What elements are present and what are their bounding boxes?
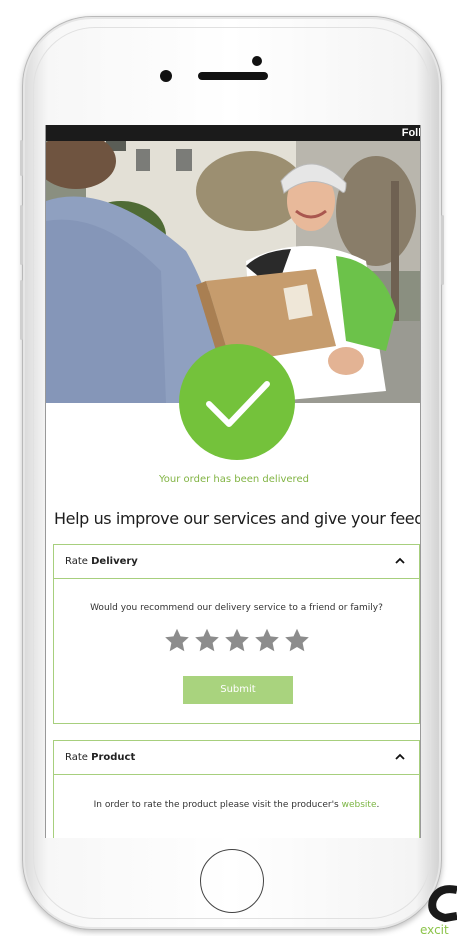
star-icon[interactable]: [253, 627, 281, 654]
app-screenshot: Follo: [0, 0, 457, 936]
star-icon[interactable]: [163, 627, 191, 654]
feedback-heading: Help us improve our services and give yo…: [54, 509, 421, 528]
rate-product-note-text: In order to rate the product please visi…: [93, 800, 339, 810]
brand-tagline: excit: [420, 923, 449, 936]
power-button: [441, 215, 444, 285]
chevron-up-icon[interactable]: [395, 741, 405, 775]
submit-button[interactable]: Submit: [183, 676, 293, 704]
rate-product-prefix: Rate: [65, 752, 88, 763]
rate-product-header[interactable]: Rate Product: [54, 741, 419, 775]
rate-delivery-header[interactable]: Rate Delivery: [54, 545, 419, 579]
volume-up-button: [20, 205, 23, 265]
rate-delivery-prefix: Rate: [65, 556, 88, 567]
earpiece-speaker: [198, 72, 268, 80]
volume-down-button: [20, 280, 23, 340]
mute-switch: [20, 140, 23, 176]
rate-product-card: Rate Product In order to rate the produc…: [53, 740, 420, 838]
rate-product-note: In order to rate the product please visi…: [54, 800, 419, 810]
top-status-bar: Follo: [46, 125, 420, 141]
star-icon[interactable]: [193, 627, 221, 654]
front-sensor-dot: [252, 56, 262, 66]
brand-logo-icon: [428, 885, 457, 923]
rate-delivery-title: Delivery: [91, 556, 138, 567]
phone-screen: Follo: [45, 125, 421, 838]
rate-delivery-card: Rate Delivery Would you recommend our de…: [53, 544, 420, 724]
front-camera-icon: [160, 70, 172, 82]
home-button[interactable]: [200, 849, 264, 913]
star-icon[interactable]: [223, 627, 251, 654]
star-icon[interactable]: [283, 627, 311, 654]
producer-website-link[interactable]: website: [342, 800, 377, 810]
rate-product-title: Product: [91, 752, 136, 763]
rate-product-note-end: .: [376, 800, 380, 810]
delivery-status-text: Your order has been delivered: [159, 474, 309, 485]
chevron-up-icon[interactable]: [395, 545, 405, 579]
recommend-question: Would you recommend our delivery service…: [90, 603, 383, 613]
follow-link[interactable]: Follo: [402, 125, 420, 141]
brand-logo-fragment: excit: [419, 882, 457, 936]
star-rating[interactable]: [54, 627, 419, 659]
delivered-check-icon: [179, 344, 295, 460]
